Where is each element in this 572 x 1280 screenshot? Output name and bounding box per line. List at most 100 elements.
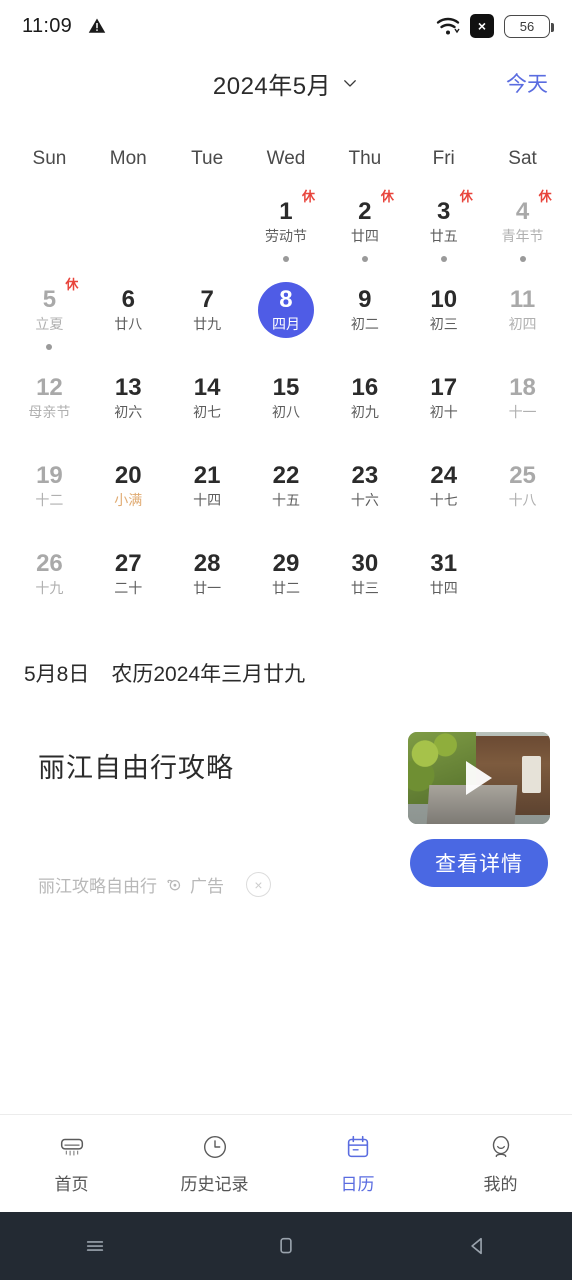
calendar-day-cell[interactable]: 休 4 青年节 [483, 190, 562, 280]
page-title[interactable]: 2024年5月 [213, 66, 331, 101]
day-lunar-label: 廿三 [350, 579, 379, 596]
ad-source: 丽江攻略自由行 [38, 877, 157, 896]
day-content: 17 初十 [416, 370, 472, 426]
calendar-day-cell[interactable]: 休 2 廿四 [325, 190, 404, 280]
play-button-icon[interactable] [466, 761, 492, 795]
day-lunar-label: 十九 [35, 579, 64, 596]
weekday-label: Tue [191, 148, 224, 169]
calendar-day-cell[interactable]: 26 十九 [10, 544, 89, 632]
home-square-icon[interactable] [273, 1233, 299, 1259]
day-number: 27 [114, 550, 142, 578]
calendar-day-cell[interactable]: 休 5 立夏 [10, 278, 89, 368]
nav-item-history[interactable]: 历史记录 [143, 1132, 286, 1195]
day-content: 29 廿二 [258, 546, 314, 602]
day-lunar-label: 廿四 [429, 579, 458, 596]
day-number: 16 [351, 374, 379, 402]
day-event-dot [282, 256, 289, 262]
chevron-down-icon[interactable] [341, 74, 359, 92]
day-content: 30 廿三 [337, 546, 393, 602]
day-content: 10 初三 [416, 282, 472, 338]
nav-label-home: 首页 [54, 1175, 89, 1194]
day-lunar-label: 十一 [508, 403, 537, 420]
calendar-day-cell[interactable]: 12 母亲节 [10, 368, 89, 456]
day-number: 15 [272, 374, 300, 402]
calendar-week-row: 19 十二 20 小满 21 十四 22 十五 23 十六 24 十七 25 十八 [10, 456, 562, 544]
day-lunar-label: 小满 [114, 491, 143, 508]
calendar-day-cell[interactable]: 27 二十 [89, 544, 168, 632]
day-number: 31 [430, 550, 458, 578]
day-content: 13 初六 [100, 370, 156, 426]
day-content: 15 初八 [258, 370, 314, 426]
day-number: 8 [279, 286, 293, 314]
day-content: 7 廿九 [179, 282, 235, 338]
day-content: 26 十九 [21, 546, 77, 602]
calendar-grid: 休 1 劳动节休 2 廿四休 3 廿五休 4 青年节休 5 立夏 6 廿八 7 廿九 8 四月 9 初二 10 初三 11… [10, 190, 562, 632]
calendar-icon [343, 1132, 373, 1162]
day-content: 16 初九 [337, 370, 393, 426]
calendar-day-cell[interactable]: 休 3 廿五 [404, 190, 483, 280]
back-triangle-icon[interactable] [464, 1233, 490, 1259]
bottom-navigation: 首页 历史记录 日历 我的 [0, 1114, 572, 1212]
menu-icon[interactable] [82, 1233, 108, 1259]
day-content: 31 廿四 [416, 546, 472, 602]
calendar-day-cell[interactable]: 14 初七 [168, 368, 247, 456]
calendar-day-cell[interactable]: 20 小满 [89, 456, 168, 544]
day-lunar-label: 二十 [114, 579, 143, 596]
calendar-day-cell[interactable]: 10 初三 [404, 280, 483, 368]
day-number: 22 [272, 462, 300, 490]
ad-text-block: 丽江自由行攻略 丽江攻略自由行 广告 × [26, 732, 271, 907]
ad-mark-icon [165, 876, 182, 893]
nav-label-profile: 我的 [483, 1175, 518, 1194]
calendar-day-cell[interactable]: 15 初八 [247, 368, 326, 456]
calendar-day-cell[interactable]: 11 初四 [483, 280, 562, 368]
ad-close-icon[interactable]: × [246, 872, 271, 897]
nav-item-profile[interactable]: 我的 [429, 1132, 572, 1195]
calendar-day-cell[interactable]: 25 十八 [483, 456, 562, 544]
day-lunar-label: 十七 [429, 491, 458, 508]
calendar-day-cell[interactable]: 19 十二 [10, 456, 89, 544]
calendar-day-cell[interactable]: 30 廿三 [325, 544, 404, 632]
status-bar: 11:09 × 56 [0, 0, 572, 52]
calendar-day-cell[interactable]: 6 廿八 [89, 280, 168, 368]
nav-item-calendar[interactable]: 日历 [286, 1132, 429, 1195]
calendar-week-row: 休 5 立夏 6 廿八 7 廿九 8 四月 9 初二 10 初三 11 初四 [10, 278, 562, 368]
calendar-day-cell[interactable]: 9 初二 [325, 280, 404, 368]
ad-card[interactable]: 丽江自由行攻略 丽江攻略自由行 广告 × 查看详情 [0, 732, 572, 907]
calendar-day-cell[interactable]: 13 初六 [89, 368, 168, 456]
day-content: 19 十二 [21, 458, 77, 514]
ad-video-thumbnail[interactable] [408, 732, 550, 824]
day-number: 24 [430, 462, 458, 490]
calendar-day-cell[interactable]: 8 四月 [247, 280, 326, 368]
calendar-day-cell[interactable]: 24 十七 [404, 456, 483, 544]
close-badge-icon: × [470, 14, 494, 38]
view-details-button[interactable]: 查看详情 [410, 839, 548, 887]
status-bar-right: × 56 [436, 14, 554, 38]
day-lunar-label: 廿一 [193, 579, 222, 596]
day-number: 9 [358, 286, 372, 314]
day-lunar-label: 十五 [271, 491, 300, 508]
day-content: 20 小满 [100, 458, 156, 514]
calendar-day-cell[interactable]: 18 十一 [483, 368, 562, 456]
calendar-day-cell[interactable]: 28 廿一 [168, 544, 247, 632]
calendar-day-cell[interactable]: 23 十六 [325, 456, 404, 544]
calendar-day-cell[interactable]: 22 十五 [247, 456, 326, 544]
day-content: 12 母亲节 [21, 370, 77, 426]
calendar-week-row: 26 十九 27 二十 28 廿一 29 廿二 30 廿三 31 廿四 [10, 544, 562, 632]
calendar-day-cell[interactable]: 21 十四 [168, 456, 247, 544]
nav-label-calendar: 日历 [340, 1175, 375, 1194]
day-lunar-label: 青年节 [501, 227, 544, 244]
today-button[interactable]: 今天 [506, 68, 548, 98]
calendar-day-cell[interactable]: 休 1 劳动节 [247, 190, 326, 280]
battery-level: 56 [519, 18, 535, 34]
calendar-day-cell[interactable]: 16 初九 [325, 368, 404, 456]
nav-item-home[interactable]: 首页 [0, 1132, 143, 1195]
weekday-label: Fri [432, 148, 455, 169]
calendar-day-cell[interactable]: 31 廿四 [404, 544, 483, 632]
calendar-day-cell[interactable]: 17 初十 [404, 368, 483, 456]
day-lunar-label: 廿九 [193, 315, 222, 332]
calendar-day-cell[interactable]: 7 廿九 [168, 280, 247, 368]
day-lunar-label: 廿八 [114, 315, 143, 332]
weekday-label: Thu [348, 148, 382, 169]
calendar-day-cell[interactable]: 29 廿二 [247, 544, 326, 632]
day-number: 4 [515, 198, 530, 226]
